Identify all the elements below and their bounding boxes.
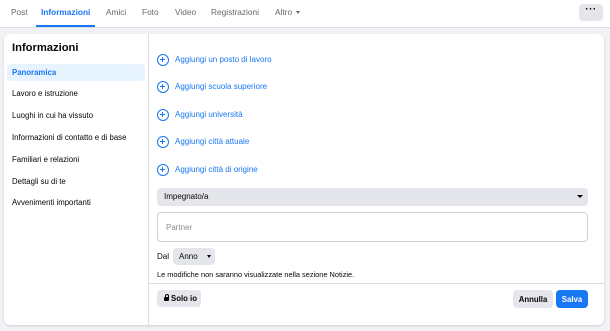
year-select[interactable]: Anno [173,248,215,265]
footer-divider [149,283,604,284]
tab-altro[interactable]: Altro [275,0,301,27]
add-hometown-label: Aggiungi città di origine [175,165,258,174]
sidebar-item-panoramica[interactable]: Panoramica [7,64,145,81]
more-options-button[interactable]: ··· [579,4,603,21]
save-button[interactable]: Salva [556,290,588,308]
caret-down-icon [577,195,583,198]
sidebar-item-luoghi[interactable]: Luoghi in cui ha vissuto [7,107,145,124]
tab-post[interactable]: Post [11,0,28,27]
sidebar-item-lavoro-istruzione[interactable]: Lavoro e istruzione [7,85,145,102]
partner-input[interactable] [157,212,588,242]
privacy-label: Solo io [171,294,197,303]
cancel-button[interactable]: Annulla [513,290,553,308]
news-feed-notice: Le modifiche non saranno visualizzate ne… [157,270,355,279]
tab-altro-label: Altro [275,7,293,17]
sidebar-item-contatto[interactable]: Informazioni di contatto e di base [7,129,145,146]
tab-registrazioni[interactable]: Registrazioni [211,0,259,27]
sidebar-item-dettagli[interactable]: Dettagli su di te [7,173,145,190]
about-sidebar: Informazioni Panoramica Lavoro e istruzi… [4,34,149,325]
relationship-status-value: Impegnato/a [164,192,209,201]
add-university-label: Aggiungi università [175,110,243,119]
plus-circle-icon [157,136,169,148]
lock-icon [164,294,169,301]
plus-circle-icon [157,109,169,121]
add-current-city-label: Aggiungi città attuale [175,137,250,146]
plus-circle-icon [157,164,169,176]
relationship-status-select[interactable]: Impegnato/a [157,188,588,206]
about-card: Informazioni Panoramica Lavoro e istruzi… [4,34,604,325]
sidebar-item-avvenimenti[interactable]: Avvenimenti importanti [7,194,145,211]
tab-informazioni[interactable]: Informazioni [36,0,96,27]
plus-circle-icon [157,81,169,93]
privacy-selector-button[interactable]: Solo io [157,290,201,307]
year-select-value: Anno [179,252,198,261]
add-workplace-label: Aggiungi un posto di lavoro [175,55,272,64]
tab-video[interactable]: Video [175,0,196,27]
tab-amici[interactable]: Amici [106,0,126,27]
profile-tab-bar: Post Informazioni Amici Foto Video Regis… [0,0,610,28]
tab-foto[interactable]: Foto [142,0,159,27]
caret-down-icon [296,11,301,15]
since-label: Dal [157,252,170,261]
caret-down-icon [207,255,211,258]
plus-circle-icon [157,54,169,66]
sidebar-item-familiari[interactable]: Familiari e relazioni [7,151,145,168]
add-high-school-label: Aggiungi scuola superiore [175,82,268,91]
sidebar-title: Informazioni [12,42,79,54]
